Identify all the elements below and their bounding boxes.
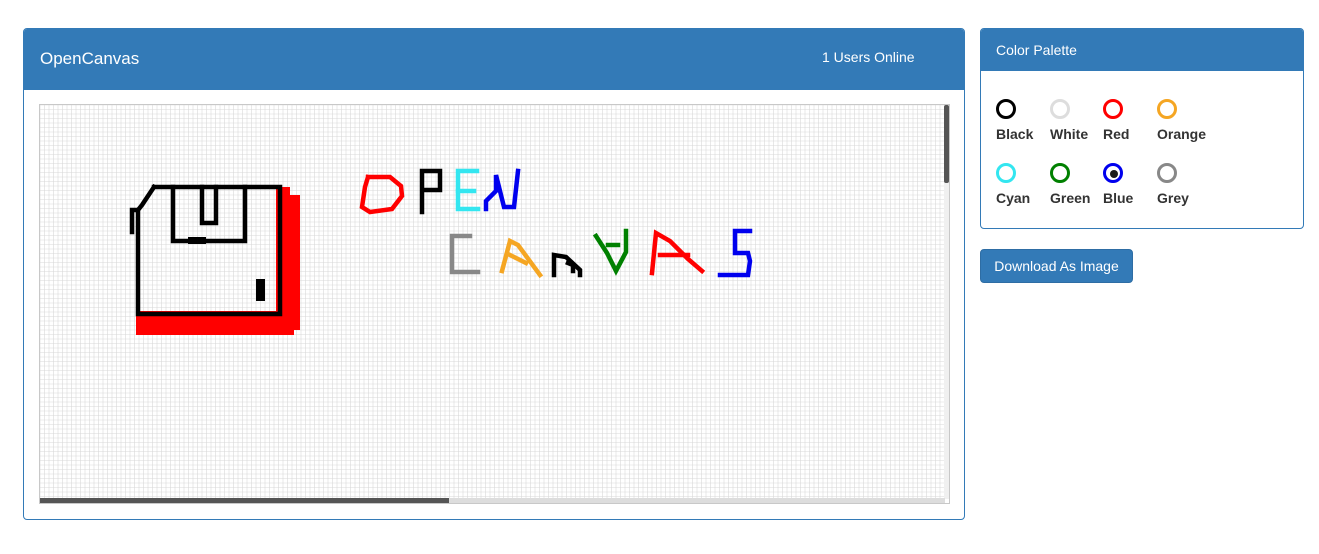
color-label: Black — [996, 126, 1034, 142]
color-option-grey[interactable]: Grey — [1157, 163, 1227, 209]
vertical-scrollbar-thumb[interactable] — [944, 105, 949, 183]
canvas-panel: OpenCanvas 1 Users Online — [23, 28, 965, 520]
download-image-button[interactable]: Download As Image — [980, 249, 1133, 283]
horizontal-scrollbar[interactable] — [40, 498, 945, 503]
color-label: Grey — [1157, 190, 1189, 206]
app-title: OpenCanvas — [40, 49, 140, 68]
color-radio-icon[interactable] — [1103, 99, 1123, 119]
selected-dot-icon — [1110, 170, 1118, 178]
color-palette-panel: Color Palette Black White Red Orange Cya… — [980, 28, 1304, 229]
color-label: Red — [1103, 126, 1130, 142]
color-label: Cyan — [996, 190, 1031, 206]
users-online-count: 1 Users Online — [822, 49, 915, 65]
color-radio-icon[interactable] — [1157, 163, 1177, 183]
floppy-label-mark — [256, 279, 265, 301]
pixel-canvas[interactable] — [40, 105, 945, 499]
floppy-shutter-notch — [188, 237, 206, 244]
color-label: Blue — [1103, 190, 1134, 206]
color-label: Green — [1050, 190, 1091, 206]
color-radio-icon[interactable] — [996, 99, 1016, 119]
color-palette-title: Color Palette — [996, 42, 1077, 58]
color-radio-icon[interactable] — [1157, 99, 1177, 119]
color-label: Orange — [1157, 126, 1207, 142]
canvas-panel-header: OpenCanvas 1 Users Online — [24, 29, 964, 90]
vertical-scrollbar[interactable] — [944, 105, 949, 499]
color-radio-icon[interactable] — [1050, 99, 1070, 119]
color-option-orange[interactable]: Orange — [1157, 99, 1227, 145]
horizontal-scrollbar-thumb[interactable] — [40, 498, 449, 503]
color-radio-icon[interactable] — [996, 163, 1016, 183]
color-radio-icon[interactable] — [1103, 163, 1123, 183]
canvas-viewport[interactable] — [39, 104, 950, 504]
color-palette-header: Color Palette — [981, 29, 1303, 71]
color-label: White — [1050, 126, 1089, 142]
color-radio-icon[interactable] — [1050, 163, 1070, 183]
